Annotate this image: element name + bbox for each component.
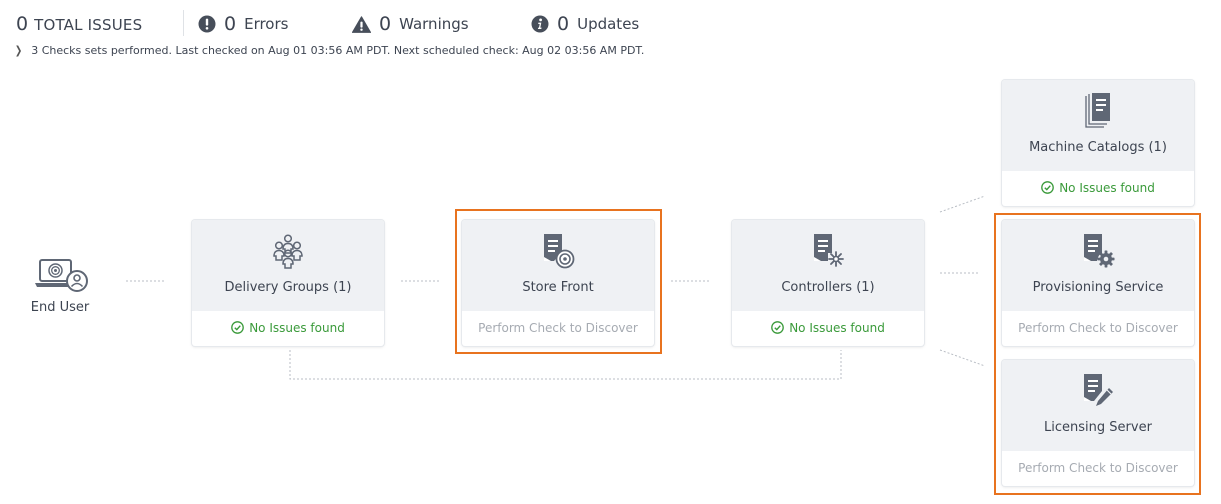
topology-view: 0 TOTAL ISSUES 0 Errors 0 Warnings 0 Upd…: [0, 0, 1221, 504]
end-user-node[interactable]: End User: [27, 258, 93, 315]
provisioning-licensing-highlight: [994, 213, 1201, 495]
delivery-groups-title: Delivery Groups (1): [224, 280, 352, 295]
controllers-status-text: No Issues found: [789, 321, 885, 335]
controllers-status: No Issues found: [732, 311, 924, 346]
delivery-groups-header: Delivery Groups (1): [192, 220, 384, 311]
end-user-label: End User: [30, 300, 90, 315]
check-circle-icon: [231, 321, 245, 334]
check-circle-icon: [771, 321, 785, 334]
delivery-groups-icon: [273, 234, 303, 269]
machine-catalogs-status: No Issues found: [1002, 171, 1194, 206]
check-circle-icon: [1041, 181, 1055, 194]
machine-catalogs-icon: [1085, 93, 1110, 128]
controllers-header: Controllers (1): [732, 220, 924, 311]
machine-catalogs-card[interactable]: Machine Catalogs (1) No Issues found: [1002, 80, 1194, 206]
machine-catalogs-header: Machine Catalogs (1): [1002, 80, 1194, 171]
delivery-groups-status-text: No Issues found: [249, 321, 345, 335]
delivery-groups-status: No Issues found: [192, 311, 384, 346]
store-front-highlight: [455, 209, 662, 354]
machine-catalogs-status-text: No Issues found: [1059, 181, 1155, 195]
end-user-laptop-icon: [35, 259, 88, 292]
controllers-card[interactable]: Controllers (1) No Issues found: [732, 220, 924, 346]
controllers-title: Controllers (1): [781, 280, 875, 295]
controllers-icon: [814, 234, 844, 267]
machine-catalogs-title: Machine Catalogs (1): [1029, 140, 1167, 155]
delivery-groups-card[interactable]: Delivery Groups (1) No Issues found: [192, 220, 384, 346]
